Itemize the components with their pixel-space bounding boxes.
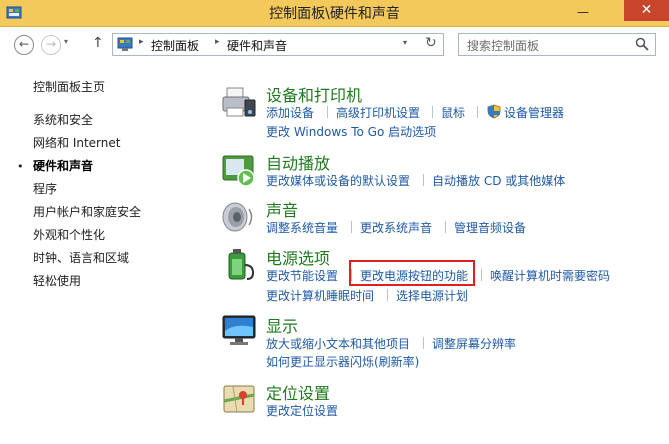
link-separator <box>423 337 424 349</box>
address-bar[interactable]: ▸ 控制面板 ▸ 硬件和声音 ▾ ↻ <box>112 33 444 56</box>
link-change-power-saving[interactable]: 更改节能设置 <box>266 267 338 284</box>
category-title-display[interactable]: 显示 <box>266 313 298 337</box>
sidebar-item-ease-of-access[interactable]: 轻松使用 <box>33 272 81 289</box>
breadcrumb-separator[interactable]: ▸ <box>139 37 144 47</box>
control-panel-icon <box>117 37 133 51</box>
back-button[interactable]: ← <box>14 35 34 55</box>
link-change-system-sounds[interactable]: 更改系统声音 <box>360 219 432 236</box>
category-title-power-options[interactable]: 电源选项 <box>266 245 330 269</box>
sidebar-item-clock-region[interactable]: 时钟、语言和区域 <box>33 249 129 266</box>
link-manage-audio-devices[interactable]: 管理音频设备 <box>454 219 526 236</box>
refresh-button[interactable]: ↻ <box>425 35 437 51</box>
current-item-bullet: • <box>17 160 24 173</box>
battery-icon[interactable] <box>221 245 257 281</box>
link-separator <box>432 106 433 118</box>
search-box[interactable]: 搜索控制面板 <box>458 33 656 56</box>
link-separator <box>327 106 328 118</box>
up-button[interactable]: ↑ <box>92 35 104 51</box>
link-separator <box>481 269 482 281</box>
breadcrumb-hardware-and-sound[interactable]: 硬件和声音 <box>227 37 287 54</box>
speaker-icon[interactable] <box>221 199 257 235</box>
link-make-text-larger[interactable]: 放大或缩小文本和其他项目 <box>266 335 410 352</box>
breadcrumb-control-panel[interactable]: 控制面板 <box>151 37 199 54</box>
link-change-location-settings[interactable]: 更改定位设置 <box>266 402 338 419</box>
link-separator <box>351 221 352 233</box>
link-require-password-wake[interactable]: 唤醒计算机时需要密码 <box>490 267 610 284</box>
autoplay-icon[interactable] <box>221 152 257 188</box>
link-choose-power-plan[interactable]: 选择电源计划 <box>396 287 468 304</box>
link-separator <box>423 174 424 186</box>
search-input[interactable]: 搜索控制面板 <box>467 37 539 54</box>
sidebar-item-appearance[interactable]: 外观和个性化 <box>33 226 105 243</box>
highlight-box <box>349 260 475 286</box>
sidebar-item-programs[interactable]: 程序 <box>33 180 57 197</box>
link-adjust-volume[interactable]: 调整系统音量 <box>266 219 338 236</box>
link-separator <box>445 221 446 233</box>
sidebar-item-user-accounts[interactable]: 用户帐户和家庭安全 <box>33 203 141 220</box>
recent-locations-dropdown[interactable]: ▾ <box>64 37 68 46</box>
sidebar-item-network[interactable]: 网络和 Internet <box>33 134 120 151</box>
link-device-manager[interactable]: 设备管理器 <box>504 104 564 121</box>
link-advanced-printer-setup[interactable]: 高级打印机设置 <box>336 104 420 121</box>
close-button[interactable]: ✕ <box>624 0 669 21</box>
link-adjust-resolution[interactable]: 调整屏幕分辨率 <box>432 335 516 352</box>
link-fix-monitor-flicker[interactable]: 如何更正显示器闪烁(刷新率) <box>266 353 419 370</box>
breadcrumb-separator[interactable]: ▸ <box>215 37 220 47</box>
link-change-media-defaults[interactable]: 更改媒体或设备的默认设置 <box>266 172 410 189</box>
link-change-sleep-time[interactable]: 更改计算机睡眠时间 <box>266 287 374 304</box>
category-title-autoplay[interactable]: 自动播放 <box>266 150 330 174</box>
title-bar: 控制面板\硬件和声音 — ✕ <box>0 0 669 27</box>
link-mouse[interactable]: 鼠标 <box>441 104 465 121</box>
sidebar-item-hardware-sound: 硬件和声音 <box>33 159 94 173</box>
minimize-button[interactable]: — <box>570 2 596 22</box>
forward-button[interactable]: → <box>41 35 61 55</box>
sidebar-item-system-security[interactable]: 系统和安全 <box>33 111 93 128</box>
uac-shield-icon <box>487 104 501 119</box>
address-dropdown-button[interactable]: ▾ <box>403 38 407 47</box>
search-icon[interactable] <box>635 37 649 51</box>
link-add-device[interactable]: 添加设备 <box>266 104 314 121</box>
link-separator <box>387 289 388 301</box>
category-title-location-settings[interactable]: 定位设置 <box>266 380 330 404</box>
category-title-sound[interactable]: 声音 <box>266 197 298 221</box>
window-title: 控制面板\硬件和声音 <box>269 6 400 22</box>
link-separator <box>477 106 478 118</box>
link-autoplay-cd[interactable]: 自动播放 CD 或其他媒体 <box>432 172 565 189</box>
category-title-devices-printers[interactable]: 设备和打印机 <box>266 82 362 106</box>
monitor-icon[interactable] <box>221 313 257 349</box>
navigation-bar: ← → ▾ ↑ ▸ 控制面板 ▸ 硬件和声音 ▾ ↻ 搜索控制面板 <box>0 27 669 63</box>
link-windows-to-go[interactable]: 更改 Windows To Go 启动选项 <box>266 123 436 140</box>
location-icon[interactable] <box>221 381 257 417</box>
sidebar-item-home[interactable]: 控制面板主页 <box>33 78 105 95</box>
printer-icon[interactable] <box>221 84 257 120</box>
